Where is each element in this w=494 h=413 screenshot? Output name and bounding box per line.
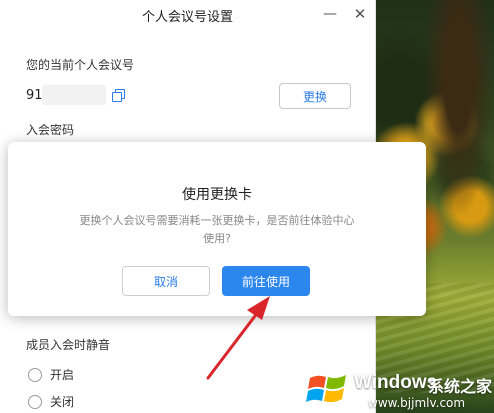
window-title: 个人会议号设置 — [141, 10, 233, 25]
modal-message-cont: 使用? — [203, 232, 231, 245]
minimize-icon[interactable]: — — [320, 4, 340, 24]
radio-option-off[interactable]: 关闭 — [28, 393, 74, 410]
watermark: Windows 系统之家 www.bjjmlv.com — [304, 366, 494, 413]
modal-message: 更换个人会议号需要消耗一张更换卡，是否前往体验中心 — [79, 214, 355, 227]
change-number-button[interactable]: 更换 — [279, 83, 351, 109]
radio-label: 开启 — [50, 368, 75, 382]
password-label: 入会密码 — [26, 123, 75, 137]
copy-icon[interactable] — [112, 89, 125, 102]
modal-title: 使用更换卡 — [182, 187, 252, 203]
meeting-number-redacted — [42, 85, 106, 105]
cancel-button[interactable]: 取消 — [122, 266, 210, 296]
watermark-url: www.bjjmlv.com — [368, 396, 466, 410]
radio-option-on[interactable]: 开启 — [28, 366, 74, 383]
change-card-modal: 使用更换卡 更换个人会议号需要消耗一张更换卡，是否前往体验中心 使用? 取消 前… — [8, 142, 426, 316]
mute-on-join-label: 成员入会时静音 — [26, 338, 111, 352]
meeting-number-prefix: 91 — [26, 88, 43, 103]
meeting-number-label: 您的当前个人会议号 — [26, 58, 135, 72]
title-bar: 个人会议号设置 — ✕ — [0, 0, 375, 30]
radio-label: 关闭 — [50, 395, 75, 409]
watermark-site-name: 系统之家 — [428, 377, 493, 396]
go-use-button[interactable]: 前往使用 — [222, 266, 310, 296]
watermark-brand: Windows — [354, 372, 438, 393]
radio-button[interactable] — [28, 394, 42, 409]
close-icon[interactable]: ✕ — [350, 4, 370, 24]
radio-button[interactable] — [28, 367, 42, 382]
windows-logo-icon — [306, 375, 346, 403]
